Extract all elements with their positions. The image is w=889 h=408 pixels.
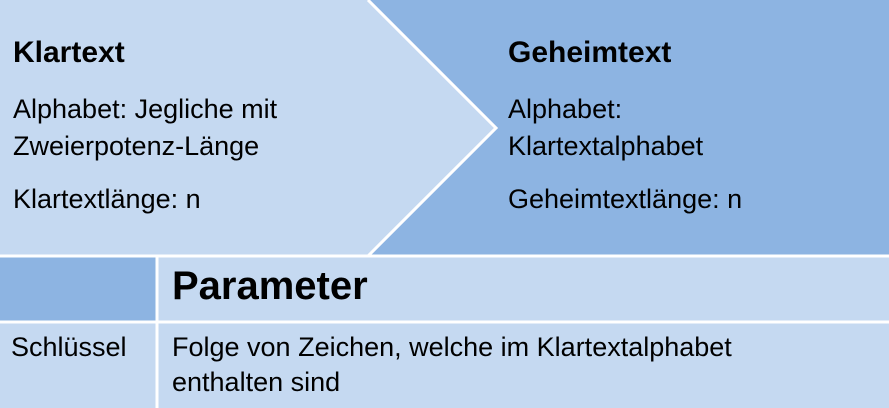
ciphertext-length: Geheimtextlänge: n <box>508 184 743 214</box>
parameter-description-line2: enthalten sind <box>172 367 341 397</box>
plaintext-title: Klartext <box>13 36 125 69</box>
parameter-header: Parameter <box>172 264 368 308</box>
plaintext-length: Klartextlänge: n <box>13 184 201 214</box>
ciphertext-alphabet-line2: Klartextalphabet <box>508 131 704 161</box>
cipher-diagram: Klartext Alphabet: Jegliche mit Zweierpo… <box>0 0 889 408</box>
plaintext-alphabet-line2: Zweierpotenz-Länge <box>13 131 260 161</box>
ciphertext-title: Geheimtext <box>508 36 672 69</box>
param-header-corner-cell <box>0 256 157 322</box>
parameter-description-line1: Folge von Zeichen, welche im Klartextalp… <box>172 332 732 362</box>
plaintext-alphabet-line1: Alphabet: Jegliche mit <box>13 94 278 124</box>
parameter-name: Schlüssel <box>11 332 127 362</box>
ciphertext-alphabet-line1: Alphabet: <box>508 94 623 124</box>
